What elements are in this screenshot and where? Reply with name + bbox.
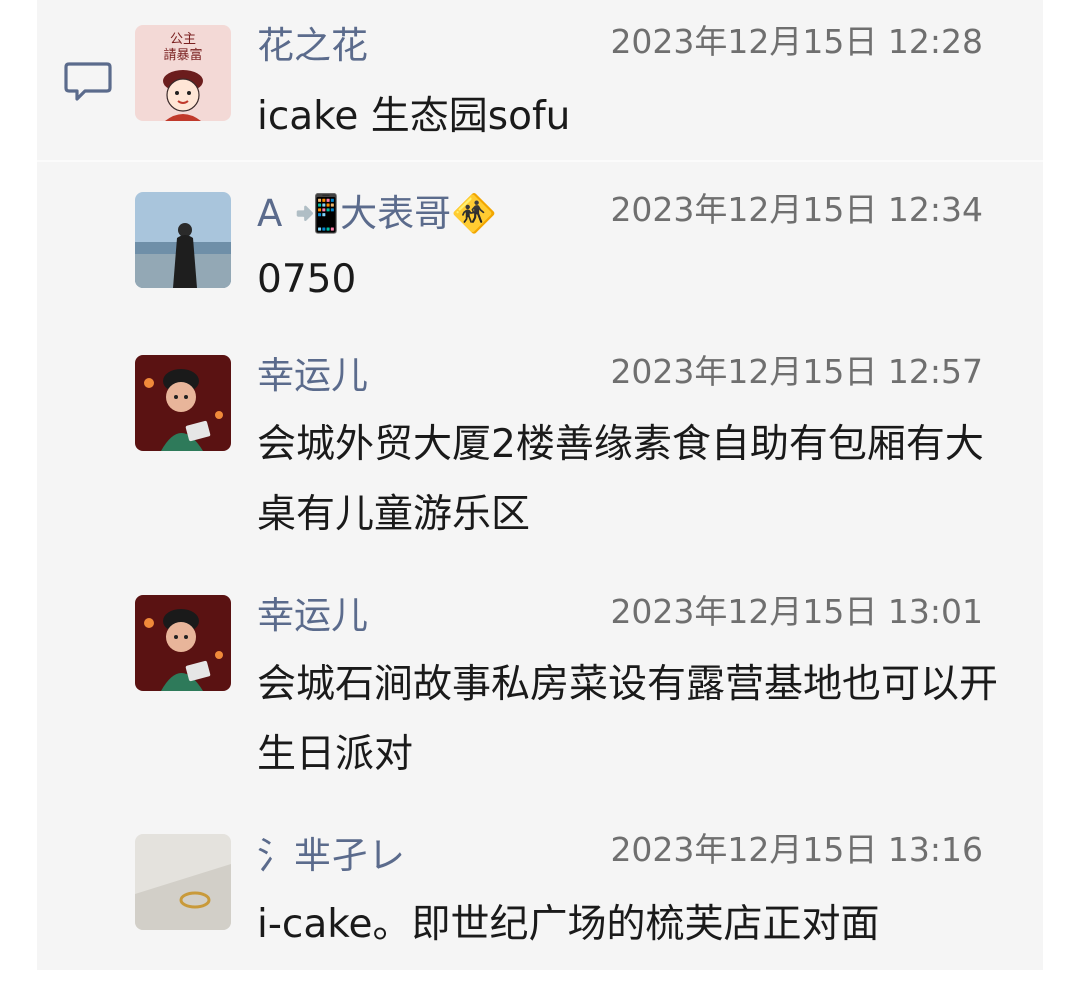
timestamp: 2023年12月15日 12:57 [610,352,983,391]
comment-text: i-cake。即世纪广场的梳芙店正对面 [257,902,880,947]
comment-text: 会城石涧故事私房菜设有露营基地也可以开生日派对 [257,662,999,777]
timestamp: 2023年12月15日 13:01 [610,592,983,631]
comment-item[interactable]: 幸运儿 2023年12月15日 12:57 会城外贸大厦2楼善缘素食自助有包厢有… [37,338,1043,570]
timestamp: 2023年12月15日 12:34 [610,190,983,229]
nickname[interactable]: 幸运儿 [257,592,368,640]
comment-item[interactable]: 氵芈孑レ 2023年12月15日 13:16 i-cake。即世纪广场的梳芙店正… [37,818,1043,970]
comment-text: 会城外贸大厦2楼善缘素食自助有包厢有大桌有儿童游乐区 [257,422,984,537]
avatar[interactable]: 公主 請暴富 [135,25,231,121]
timestamp: 2023年12月15日 13:16 [610,830,983,869]
avatar[interactable] [135,355,231,451]
avatar[interactable] [135,192,231,288]
nickname[interactable]: 幸运儿 [257,352,368,400]
avatar[interactable] [135,595,231,691]
comment-text: icake 生态园sofu [257,94,571,139]
comment-icon[interactable] [63,56,113,106]
avatar[interactable] [135,834,231,930]
comment-text: 0750 [257,257,357,302]
comment-item[interactable]: 幸运儿 2023年12月15日 13:01 会城石涧故事私房菜设有露营基地也可以… [37,578,1043,810]
svg-text:公主: 公主 [170,32,196,47]
nickname[interactable]: 氵芈孑レ [257,832,405,880]
nickname[interactable]: A 📲大表哥🚸 [257,190,497,238]
timestamp: 2023年12月15日 12:28 [610,22,983,61]
svg-text:請暴富: 請暴富 [163,47,202,63]
comment-feed: 公主 請暴富 花之花 2023年12月15日 12:28 icake 生态园so… [37,0,1043,970]
comment-item[interactable]: A 📲大表哥🚸 2023年12月15日 12:34 0750 [37,162,1043,322]
nickname[interactable]: 花之花 [257,22,368,70]
comment-item[interactable]: 公主 請暴富 花之花 2023年12月15日 12:28 icake 生态园so… [37,0,1043,162]
